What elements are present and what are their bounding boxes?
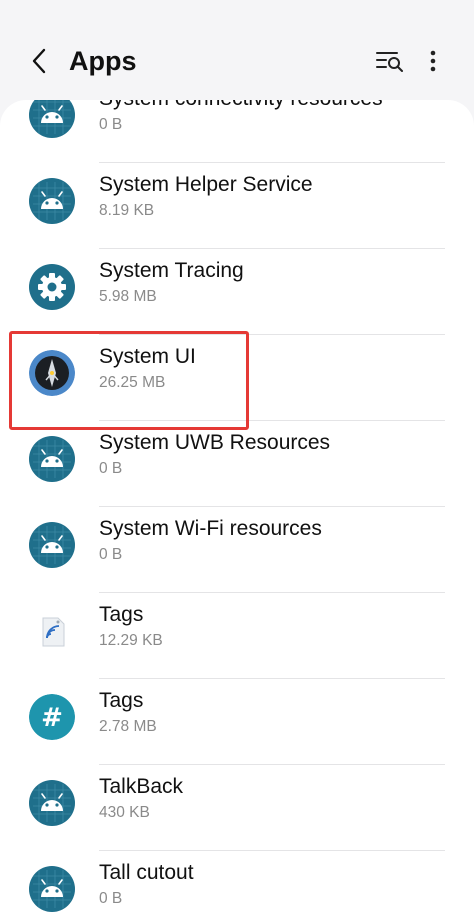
- app-name: Tags: [99, 689, 144, 712]
- app-name: System Helper Service: [99, 173, 313, 196]
- app-row-system-connectivity-resources[interactable]: System connectivity resources 0 B: [0, 100, 474, 163]
- app-size: 0 B: [99, 116, 123, 133]
- app-row-system-tracing[interactable]: System Tracing 5.98 MB: [0, 249, 474, 335]
- app-name: Tall cutout: [99, 861, 194, 884]
- app-name: System Wi-Fi resources: [99, 517, 322, 540]
- app-size: 12.29 KB: [99, 632, 163, 649]
- app-size: 0 B: [99, 546, 123, 563]
- android-icon: [29, 866, 75, 912]
- app-row-tall-cutout[interactable]: Tall cutout 0 B: [0, 851, 474, 924]
- more-options-button[interactable]: [420, 44, 446, 78]
- app-size: 0 B: [99, 890, 123, 907]
- android-icon: [29, 436, 75, 482]
- svg-text:#: #: [41, 703, 63, 733]
- app-row-tags-nfc[interactable]: Tags 12.29 KB: [0, 593, 474, 679]
- hashtag-icon: #: [29, 694, 75, 740]
- app-row-system-wifi-resources[interactable]: System Wi-Fi resources 0 B: [0, 507, 474, 593]
- app-list: System connectivity resources 0 B System…: [0, 100, 474, 924]
- filter-search-icon: [376, 52, 403, 72]
- highlight-box: [9, 331, 249, 430]
- chevron-left-icon: [32, 48, 46, 74]
- app-row-talkback[interactable]: TalkBack 430 KB: [0, 765, 474, 851]
- gear-icon: [29, 264, 75, 310]
- app-size: 430 KB: [99, 804, 150, 821]
- filter-search-button[interactable]: [373, 46, 407, 76]
- app-size: 8.19 KB: [99, 202, 155, 219]
- android-icon: [29, 780, 75, 826]
- android-icon: [29, 178, 75, 224]
- app-name: TalkBack: [99, 775, 184, 798]
- app-bar: Apps: [0, 0, 474, 100]
- app-row-system-helper-service[interactable]: System Helper Service 8.19 KB: [0, 163, 474, 249]
- app-size: 0 B: [99, 460, 123, 477]
- app-name: Tags: [99, 603, 144, 626]
- app-name: System UWB Resources: [99, 431, 331, 454]
- page-title: Apps: [69, 46, 137, 76]
- more-vertical-icon: [430, 50, 436, 72]
- app-size: 5.98 MB: [99, 288, 157, 305]
- nfc-tag-icon: [29, 608, 75, 654]
- app-row-system-uwb-resources[interactable]: System UWB Resources 0 B: [0, 421, 474, 507]
- android-icon: [29, 100, 75, 138]
- back-button[interactable]: [24, 44, 54, 78]
- app-row-tags-hashtag[interactable]: # Tags 2.78 MB: [0, 679, 474, 765]
- app-name: System Tracing: [99, 259, 244, 282]
- app-name: System connectivity resources: [99, 100, 383, 112]
- android-icon: [29, 522, 75, 568]
- app-size: 2.78 MB: [99, 718, 157, 735]
